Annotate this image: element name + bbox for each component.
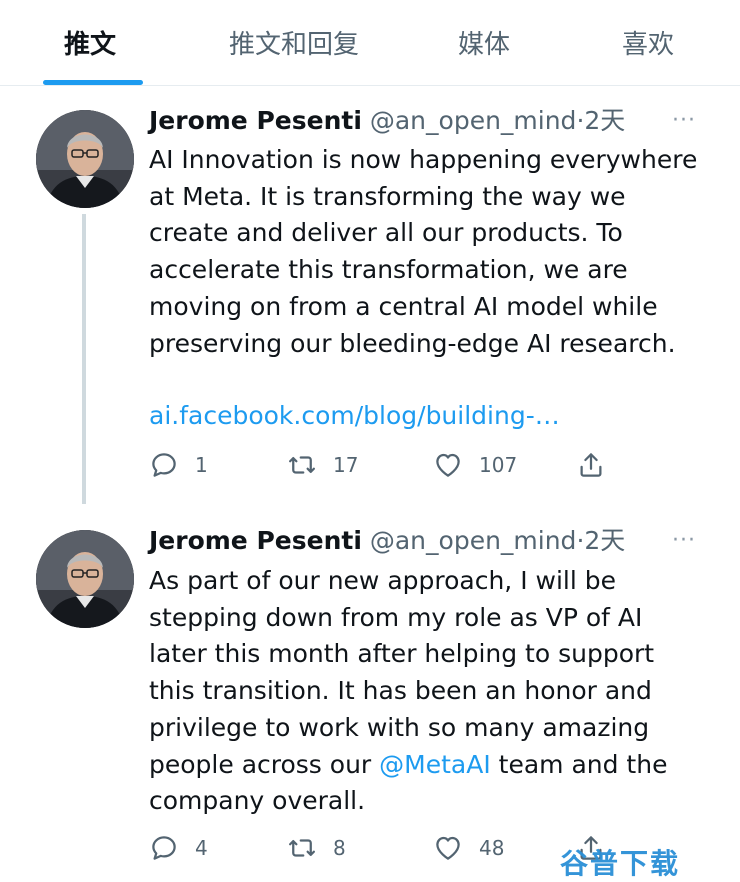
author-handle[interactable]: @an_open_mind — [370, 106, 577, 135]
more-icon[interactable]: ··· — [672, 528, 696, 553]
tweet-line: later this month after helping to suppor… — [149, 639, 655, 669]
tweet-link[interactable]: ai.facebook.com/blog/building-… — [149, 398, 709, 435]
like-icon — [436, 836, 460, 860]
avatar[interactable] — [36, 530, 134, 628]
tweet-text-segment: people across our — [149, 749, 380, 779]
tweet-time[interactable]: 2天 — [584, 106, 625, 135]
thread-line — [82, 214, 86, 504]
reply-count: 4 — [195, 836, 208, 860]
tweet-text-segment: team and the — [490, 749, 668, 779]
like-button[interactable]: 48 — [433, 833, 504, 863]
more-icon[interactable]: ··· — [672, 108, 696, 133]
watermark-logo: 谷普下载 — [560, 847, 681, 880]
tweet-text: As part of our new approach, I will be s… — [149, 563, 709, 820]
tweet-line: As part of our new approach, I will be — [149, 566, 617, 595]
retweet-icon — [289, 456, 315, 474]
author-name[interactable]: Jerome Pesenti — [149, 526, 362, 555]
avatar-photo — [36, 110, 134, 208]
tweet-line: at Meta. It is transforming the way we — [149, 181, 626, 211]
tab-tweets[interactable]: 推文 — [64, 24, 116, 61]
like-count: 48 — [479, 836, 505, 860]
active-tab-indicator — [43, 80, 143, 85]
tweet-line: preserving our bleeding-edge AI research… — [149, 328, 676, 358]
tweet-line: privilege to work with so many amazing — [149, 712, 650, 742]
retweet-button[interactable]: 17 — [287, 450, 358, 480]
like-icon — [436, 453, 460, 477]
share-icon — [580, 453, 602, 477]
tab-tweets-and-replies[interactable]: 推文和回复 — [229, 24, 359, 61]
tab-likes[interactable]: 喜欢 — [622, 24, 674, 61]
profile-tabs: 推文 推文和回复 媒体 喜欢 — [0, 0, 740, 86]
reply-icon — [152, 836, 176, 860]
tab-media[interactable]: 媒体 — [458, 24, 510, 61]
tweet-line: this transition. It has been an honor an… — [149, 676, 652, 706]
avatar-photo — [36, 530, 134, 628]
tweet-header: Jerome Pesenti @an_open_mind·2天 — [149, 106, 625, 136]
tweet-actions: 1 17 107 — [149, 450, 619, 482]
tweet-line: stepping down from my role as VP of AI — [149, 602, 643, 632]
tweet-line: accelerate this transformation, we are — [149, 255, 628, 285]
reply-icon — [152, 453, 176, 477]
tweet-line: moving on from a central AI model while — [149, 291, 658, 321]
author-handle[interactable]: @an_open_mind — [370, 526, 577, 555]
retweet-count: 17 — [333, 453, 359, 477]
retweet-count: 8 — [333, 836, 346, 860]
reply-button[interactable]: 1 — [149, 450, 208, 480]
like-count: 107 — [479, 453, 518, 477]
share-button[interactable] — [576, 450, 606, 480]
reply-button[interactable]: 4 — [149, 833, 208, 863]
tweet-time[interactable]: 2天 — [584, 526, 625, 555]
tweet-line: AI Innovation is now happening everywher… — [149, 145, 698, 174]
tweet-actions: 4 8 48 — [149, 833, 619, 865]
tweet-header: Jerome Pesenti @an_open_mind·2天 — [149, 526, 625, 556]
tweet-line: people across our @MetaAI team and the — [149, 747, 709, 784]
retweet-button[interactable]: 8 — [287, 833, 346, 863]
avatar[interactable] — [36, 110, 134, 208]
tweet-line: create and deliver all our products. To — [149, 218, 623, 248]
mention-link[interactable]: @MetaAI — [379, 750, 491, 779]
reply-count: 1 — [195, 453, 208, 477]
author-name[interactable]: Jerome Pesenti — [149, 106, 362, 135]
tweet-text: AI Innovation is now happening everywher… — [149, 142, 709, 435]
retweet-icon — [289, 839, 315, 857]
tweet-line: company overall. — [149, 786, 366, 816]
like-button[interactable]: 107 — [433, 450, 517, 480]
